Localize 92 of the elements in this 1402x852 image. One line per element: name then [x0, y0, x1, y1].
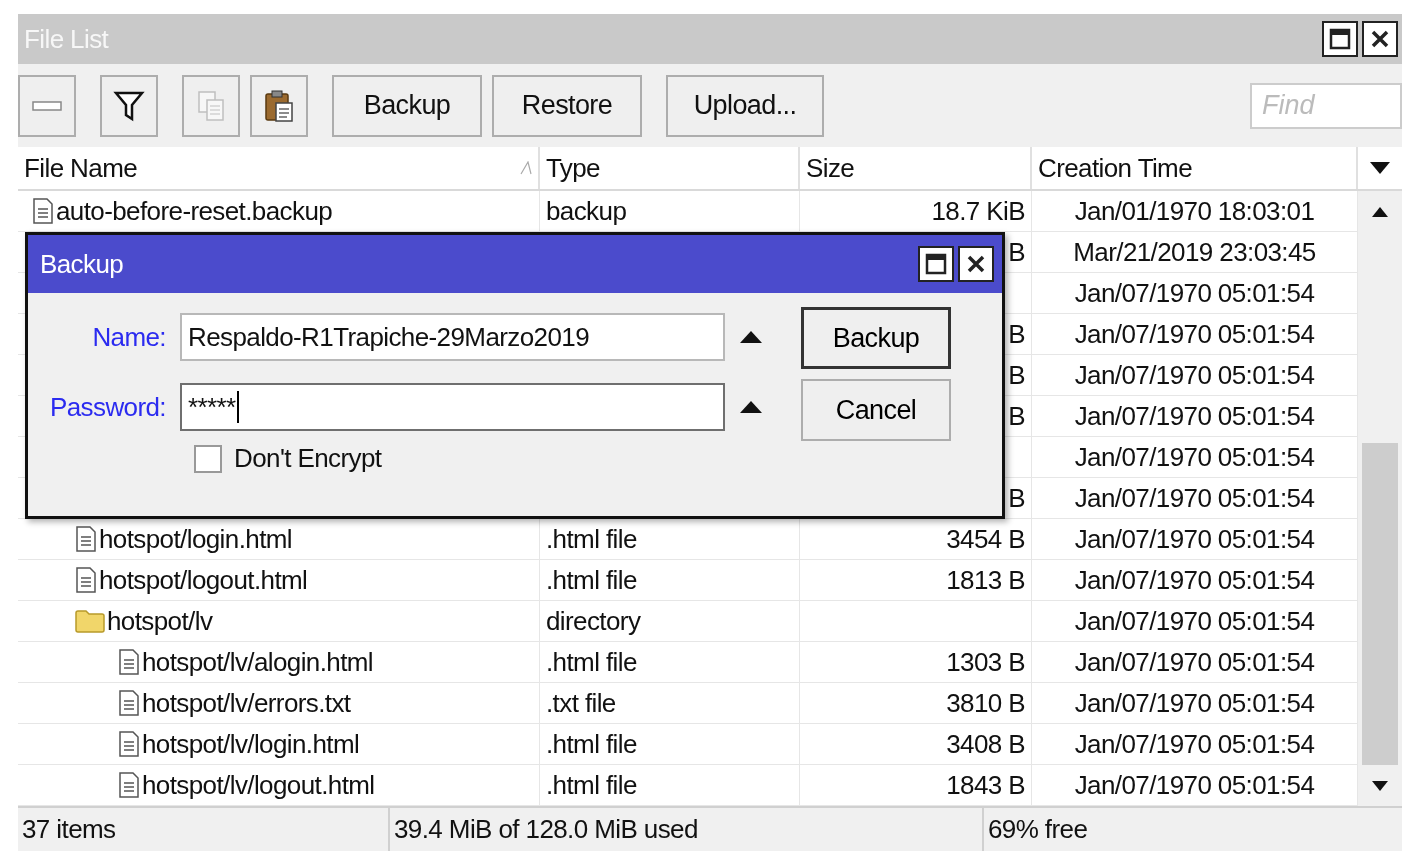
sort-icon: [520, 161, 532, 175]
status-text: 39.4 MiB of 128.0 MiB used: [394, 813, 698, 846]
status-text: 37 items: [22, 813, 116, 846]
file-size: B: [1008, 317, 1025, 351]
file-size: 3810 B: [946, 686, 1025, 720]
toolbar-button[interactable]: Backup: [332, 74, 482, 137]
creation-time: Jan/01/1970 18:03:01: [1074, 194, 1315, 228]
column-header[interactable]: Size: [806, 148, 855, 188]
creation-time: Jan/07/1970 05:01:54: [1074, 317, 1315, 351]
filter-button[interactable]: [100, 74, 158, 137]
creation-time: Jan/07/1970 05:01:54: [1074, 686, 1315, 720]
file-name[interactable]: auto-before-reset.backup: [56, 191, 333, 231]
file-type: .html file: [546, 522, 637, 556]
paste-button[interactable]: [250, 74, 308, 137]
maximize-button[interactable]: [918, 246, 954, 282]
dropdown-arrow-icon[interactable]: [1369, 161, 1391, 175]
file-size: 1843 B: [946, 768, 1025, 802]
close-button[interactable]: [1362, 21, 1398, 57]
file-size: B: [1008, 481, 1025, 515]
folder-icon: [75, 609, 105, 633]
file-icon: [32, 198, 54, 224]
file-size: 1303 B: [946, 645, 1025, 679]
maximize-button[interactable]: [1322, 21, 1358, 57]
file-name[interactable]: hotspot/lv/alogin.html: [142, 642, 374, 682]
input-field[interactable]: *****: [180, 383, 725, 431]
file-type: .html file: [546, 563, 637, 597]
dialog-button[interactable]: Backup: [801, 307, 951, 369]
file-name[interactable]: hotspot/lv: [107, 601, 213, 641]
creation-time: Jan/07/1970 05:01:54: [1074, 645, 1315, 679]
status-text: 69% free: [988, 813, 1088, 846]
input-field[interactable]: Respaldo-R1Trapiche-29Marzo2019: [180, 313, 725, 361]
file-size: B: [1008, 399, 1025, 433]
creation-time: Jan/07/1970 05:01:54: [1074, 768, 1315, 802]
copy-icon: [196, 88, 226, 123]
creation-time: Jan/07/1970 05:01:54: [1074, 604, 1315, 638]
checkbox-label: Don't Encrypt: [234, 442, 382, 475]
clipboard-icon: [263, 88, 295, 123]
creation-time: Jan/07/1970 05:01:54: [1074, 276, 1315, 310]
file-icon: [75, 567, 97, 593]
maximize-icon: [925, 253, 947, 275]
remove-button[interactable]: [18, 74, 76, 137]
creation-time: Jan/07/1970 05:01:54: [1074, 358, 1315, 392]
expand-arrow-icon[interactable]: [739, 330, 763, 344]
toolbar-button[interactable]: Restore: [492, 74, 642, 137]
scrollbar-thumb[interactable]: [1362, 443, 1398, 765]
toolbar-button[interactable]: Upload...: [666, 74, 824, 137]
creation-time: Jan/07/1970 05:01:54: [1074, 481, 1315, 515]
down-arrow-icon: [1371, 779, 1389, 792]
file-size: 3454 B: [946, 522, 1025, 556]
field-label: Password:: [49, 390, 167, 424]
file-size: 1813 B: [946, 563, 1025, 597]
file-type: directory: [546, 604, 641, 638]
file-icon: [118, 649, 140, 675]
file-name[interactable]: hotspot/logout.html: [99, 560, 308, 600]
file-name[interactable]: hotspot/lv/logout.html: [142, 765, 375, 805]
creation-time: Jan/07/1970 05:01:54: [1074, 727, 1315, 761]
close-icon: [1370, 29, 1390, 49]
file-type: .txt file: [546, 686, 616, 720]
column-header[interactable]: Creation Time: [1038, 148, 1193, 188]
creation-time: Mar/21/2019 23:03:45: [1073, 235, 1316, 269]
creation-time: Jan/07/1970 05:01:54: [1074, 440, 1315, 474]
checkbox[interactable]: [194, 444, 222, 473]
file-name[interactable]: hotspot/lv/login.html: [142, 724, 360, 764]
file-type: .html file: [546, 727, 637, 761]
column-header[interactable]: Type: [546, 148, 600, 188]
file-icon: [118, 690, 140, 716]
file-size: B: [1008, 235, 1025, 269]
file-size: 18.7 KiB: [931, 194, 1025, 228]
file-name[interactable]: hotspot/lv/errors.txt: [142, 683, 351, 723]
file-icon: [75, 526, 97, 552]
file-name[interactable]: hotspot/login.html: [99, 519, 292, 559]
expand-arrow-icon[interactable]: [739, 400, 763, 414]
creation-time: Jan/07/1970 05:01:54: [1074, 522, 1315, 556]
up-arrow-icon: [1371, 205, 1389, 218]
close-icon: [966, 254, 986, 274]
file-type: .html file: [546, 768, 637, 802]
file-size: 3408 B: [946, 727, 1025, 761]
creation-time: Jan/07/1970 05:01:54: [1074, 563, 1315, 597]
file-icon: [118, 772, 140, 798]
file-type: .html file: [546, 645, 637, 679]
file-size: B: [1008, 358, 1025, 392]
field-label: Name:: [91, 320, 167, 354]
file-icon: [118, 731, 140, 757]
column-header[interactable]: File Name: [24, 148, 138, 188]
maximize-icon: [1329, 28, 1351, 50]
dialog-button[interactable]: Cancel: [801, 379, 951, 441]
close-button[interactable]: [958, 246, 994, 282]
search-field[interactable]: Find: [1250, 82, 1402, 129]
creation-time: Jan/07/1970 05:01:54: [1074, 399, 1315, 433]
dialog-title: Backup: [40, 247, 124, 281]
minus-icon: [32, 100, 62, 111]
file-type: backup: [546, 194, 627, 228]
